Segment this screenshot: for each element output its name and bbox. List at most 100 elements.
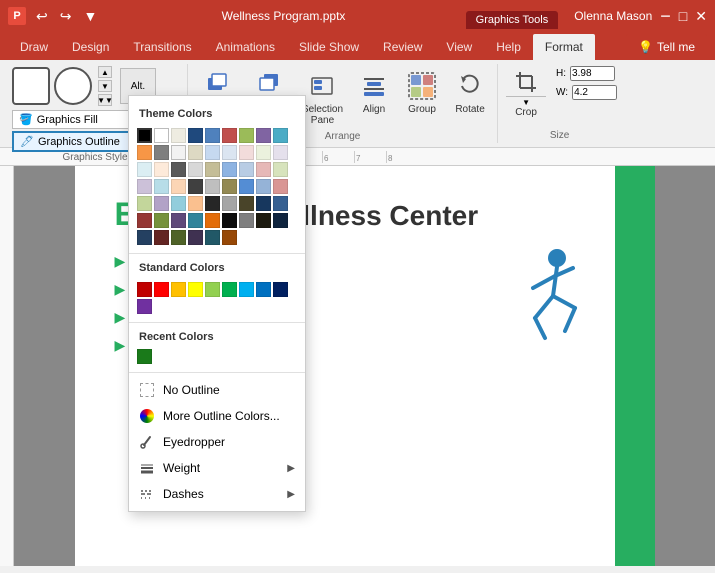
scroll-down-button[interactable]: ▼	[98, 80, 112, 92]
color-t3-2[interactable]	[188, 162, 203, 177]
std-c10[interactable]	[137, 299, 152, 314]
color-t6-5[interactable]	[137, 230, 152, 245]
color-t6-4[interactable]	[273, 213, 288, 228]
no-outline-item[interactable]: No Outline	[129, 377, 305, 403]
tab-draw[interactable]: Draw	[8, 34, 60, 60]
color-lightblue[interactable]	[273, 128, 288, 143]
std-c1[interactable]	[137, 282, 152, 297]
color-purple[interactable]	[256, 128, 271, 143]
color-t3-5[interactable]	[239, 162, 254, 177]
color-t5-3[interactable]	[239, 196, 254, 211]
tab-review[interactable]: Review	[371, 34, 434, 60]
color-orange[interactable]	[137, 145, 152, 160]
quick-access-more[interactable]: ▼	[79, 6, 101, 26]
color-t5-8[interactable]	[171, 213, 186, 228]
color-t5-5[interactable]	[273, 196, 288, 211]
color-t6-10[interactable]	[222, 230, 237, 245]
color-t4-5[interactable]	[256, 179, 271, 194]
color-t3-8[interactable]	[137, 179, 152, 194]
color-t4-3[interactable]	[222, 179, 237, 194]
scroll-more-button[interactable]: ▼▼	[98, 94, 112, 106]
dashes-item[interactable]: Dashes ▶	[129, 481, 305, 507]
color-blue[interactable]	[205, 128, 220, 143]
color-t5-9[interactable]	[188, 213, 203, 228]
color-t2-5[interactable]	[222, 145, 237, 160]
color-t4-6[interactable]	[273, 179, 288, 194]
recent-c1[interactable]	[137, 349, 152, 364]
color-t5-1[interactable]	[205, 196, 220, 211]
minimize-button[interactable]: −	[660, 6, 671, 27]
tab-transitions[interactable]: Transitions	[121, 34, 203, 60]
color-t6-2[interactable]	[239, 213, 254, 228]
color-t2-6[interactable]	[239, 145, 254, 160]
color-t5-4[interactable]	[256, 196, 271, 211]
tab-view[interactable]: View	[434, 34, 484, 60]
color-t6-3[interactable]	[256, 213, 271, 228]
std-c4[interactable]	[188, 282, 203, 297]
color-t6-9[interactable]	[205, 230, 220, 245]
color-t5-2[interactable]	[222, 196, 237, 211]
tab-animations[interactable]: Animations	[204, 34, 287, 60]
color-t4-8[interactable]	[154, 196, 169, 211]
std-c7[interactable]	[239, 282, 254, 297]
eyedropper-item[interactable]: Eyedropper	[129, 429, 305, 455]
std-c9[interactable]	[273, 282, 288, 297]
align-button[interactable]: Align	[351, 66, 397, 131]
color-tan[interactable]	[171, 128, 186, 143]
color-black[interactable]	[137, 128, 152, 143]
color-t4-7[interactable]	[137, 196, 152, 211]
weight-item[interactable]: Weight ▶	[129, 455, 305, 481]
std-c3[interactable]	[171, 282, 186, 297]
color-white[interactable]	[154, 128, 169, 143]
color-t6-6[interactable]	[154, 230, 169, 245]
color-t2-3[interactable]	[188, 145, 203, 160]
color-t3-4[interactable]	[222, 162, 237, 177]
crop-button[interactable]: ▼ Crop	[502, 66, 550, 120]
maximize-button[interactable]: □	[679, 8, 687, 24]
color-t2-1[interactable]	[154, 145, 169, 160]
tab-design[interactable]: Design	[60, 34, 121, 60]
std-c8[interactable]	[256, 282, 271, 297]
color-t5-7[interactable]	[154, 213, 169, 228]
color-t5-10[interactable]	[205, 213, 220, 228]
color-t2-4[interactable]	[205, 145, 220, 160]
color-darkblue[interactable]	[188, 128, 203, 143]
tab-format[interactable]: Format	[533, 34, 595, 60]
color-t3-1[interactable]	[171, 162, 186, 177]
color-t4-1[interactable]	[188, 179, 203, 194]
tab-help[interactable]: Help	[484, 34, 533, 60]
std-c5[interactable]	[205, 282, 220, 297]
color-t2-10[interactable]	[154, 162, 169, 177]
crop-arrow[interactable]: ▼	[506, 96, 546, 107]
group-button[interactable]: Group	[399, 66, 445, 131]
color-t2-9[interactable]	[137, 162, 152, 177]
width-input[interactable]	[572, 85, 617, 100]
color-t6-8[interactable]	[188, 230, 203, 245]
std-c6[interactable]	[222, 282, 237, 297]
shape-preview-rect[interactable]	[12, 67, 50, 105]
undo-button[interactable]: ↩	[32, 6, 52, 27]
color-t6-7[interactable]	[171, 230, 186, 245]
color-red[interactable]	[222, 128, 237, 143]
color-t4-10[interactable]	[188, 196, 203, 211]
rotate-button[interactable]: Rotate	[447, 66, 493, 131]
tell-me-tab[interactable]: 💡 Tell me	[626, 34, 707, 60]
color-t4-4[interactable]	[239, 179, 254, 194]
color-t3-3[interactable]	[205, 162, 220, 177]
height-input[interactable]	[570, 66, 615, 81]
color-t5-6[interactable]	[137, 213, 152, 228]
redo-button[interactable]: ↪	[56, 6, 76, 27]
color-green[interactable]	[239, 128, 254, 143]
tab-slideshow[interactable]: Slide Show	[287, 34, 371, 60]
std-c2[interactable]	[154, 282, 169, 297]
color-t4-9[interactable]	[171, 196, 186, 211]
color-t2-2[interactable]	[171, 145, 186, 160]
color-t2-8[interactable]	[273, 145, 288, 160]
close-button[interactable]: ✕	[695, 8, 707, 25]
color-t4-2[interactable]	[205, 179, 220, 194]
color-t3-7[interactable]	[273, 162, 288, 177]
color-t6-1[interactable]	[222, 213, 237, 228]
more-outline-colors-item[interactable]: More Outline Colors...	[129, 403, 305, 429]
shape-preview-circle[interactable]	[54, 67, 92, 105]
color-t3-9[interactable]	[154, 179, 169, 194]
